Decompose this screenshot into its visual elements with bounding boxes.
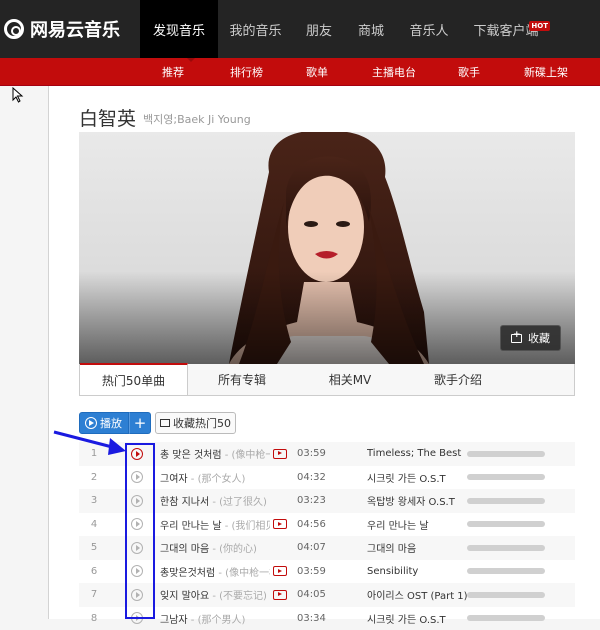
artist-tabs: 热门50单曲 所有专辑 相关MV 歌手介绍 — [79, 364, 575, 396]
song-title[interactable]: 총맞은것처럼 - (像中枪一样) — [160, 564, 270, 579]
popularity-bar — [467, 545, 545, 551]
popularity-bar — [467, 474, 545, 480]
main-nav: 发现音乐 我的音乐 朋友 商城 音乐人 下载客户端 HOT — [140, 0, 551, 58]
tab-related-mv[interactable]: 相关MV — [296, 364, 404, 395]
popularity-bar — [467, 521, 545, 527]
tab-all-albums[interactable]: 所有专辑 — [188, 364, 296, 395]
annotation-highlight-box — [125, 443, 155, 619]
song-title[interactable]: 그대의 마음 - (你的心) — [160, 540, 270, 555]
subnav-artists[interactable]: 歌手 — [458, 58, 524, 85]
song-title[interactable]: 그남자 - (那个男人) — [160, 611, 270, 626]
top-navigation-bar: 网易云音乐 发现音乐 我的音乐 朋友 商城 音乐人 下载客户端 HOT — [0, 0, 600, 58]
album-link[interactable]: 그대의 마음 — [367, 540, 467, 555]
popularity-bar — [467, 568, 545, 574]
popularity-bar — [467, 615, 545, 621]
song-title[interactable]: 한참 지나서 - (过了很久) — [160, 493, 270, 508]
song-title[interactable]: 우리 만나는 날 - (我们相见的日子) — [160, 517, 270, 532]
mv-icon[interactable] — [273, 590, 287, 600]
tab-artist-intro[interactable]: 歌手介绍 — [404, 364, 512, 395]
album-link[interactable]: 우리 만나는 날 — [367, 517, 467, 532]
collect-top50-button[interactable]: 收藏热门50 — [155, 412, 236, 434]
mv-icon[interactable] — [273, 449, 287, 459]
album-link[interactable]: Sensibility — [367, 566, 467, 577]
sub-nav: 推荐 排行榜 歌单 主播电台 歌手 新碟上架 — [152, 58, 600, 85]
nav-store[interactable]: 商城 — [345, 0, 397, 58]
popularity-bar — [467, 498, 545, 504]
mouse-cursor-icon — [12, 87, 24, 103]
tab-top50-songs[interactable]: 热门50单曲 — [80, 363, 188, 395]
subnav-charts[interactable]: 排行榜 — [230, 58, 306, 85]
nav-discover-music[interactable]: 发现音乐 — [140, 0, 218, 58]
subnav-radio[interactable]: 主播电台 — [372, 58, 458, 85]
mv-icon[interactable] — [273, 566, 287, 576]
brand-name: 网易云音乐 — [30, 16, 120, 42]
subnav-recommend[interactable]: 推荐 — [152, 58, 230, 85]
artist-name: 白智英 — [79, 104, 136, 131]
song-title[interactable]: 그여자 - (那个女人) — [160, 470, 270, 485]
logo[interactable]: 网易云音乐 — [0, 0, 120, 58]
album-link[interactable]: Timeless; The Best — [367, 448, 467, 459]
nav-friends[interactable]: 朋友 — [293, 0, 345, 58]
folder-add-icon — [160, 419, 170, 427]
song-title[interactable]: 총 맞은 것처럼 - (像中枪一样) — [160, 446, 270, 461]
album-link[interactable]: 옥탑방 왕세자 O.S.T — [367, 493, 467, 508]
annotation-arrow-icon — [50, 427, 130, 457]
subnav-new-albums[interactable]: 新碟上架 — [524, 58, 600, 85]
subnav-playlists[interactable]: 歌单 — [306, 58, 372, 85]
song-title[interactable]: 잊지 말아요 - (不要忘记) — [160, 587, 270, 602]
hot-badge: HOT — [529, 21, 550, 31]
sub-navigation-bar: 推荐 排行榜 歌单 主播电台 歌手 新碟上架 — [0, 58, 600, 86]
folder-add-icon — [511, 334, 522, 343]
collect-artist-button[interactable]: 收藏 — [500, 325, 561, 351]
album-link[interactable]: 시크릿 가든 O.S.T — [367, 470, 467, 485]
netease-music-logo-icon — [4, 19, 24, 39]
nav-my-music[interactable]: 我的音乐 — [218, 0, 293, 58]
album-link[interactable]: 시크릿 가든 O.S.T — [367, 611, 467, 626]
artist-photo: 收藏 — [79, 132, 575, 364]
nav-musician[interactable]: 音乐人 — [397, 0, 461, 58]
popularity-bar — [467, 592, 545, 598]
popularity-bar — [467, 451, 545, 457]
add-to-playlist-button[interactable]: + — [129, 412, 151, 434]
nav-download-client[interactable]: 下载客户端 HOT — [461, 0, 551, 58]
artist-alias: 백지영;Baek Ji Young — [143, 111, 251, 127]
album-link[interactable]: 아이리스 OST (Part 1) — [367, 587, 467, 602]
mv-icon[interactable] — [273, 519, 287, 529]
